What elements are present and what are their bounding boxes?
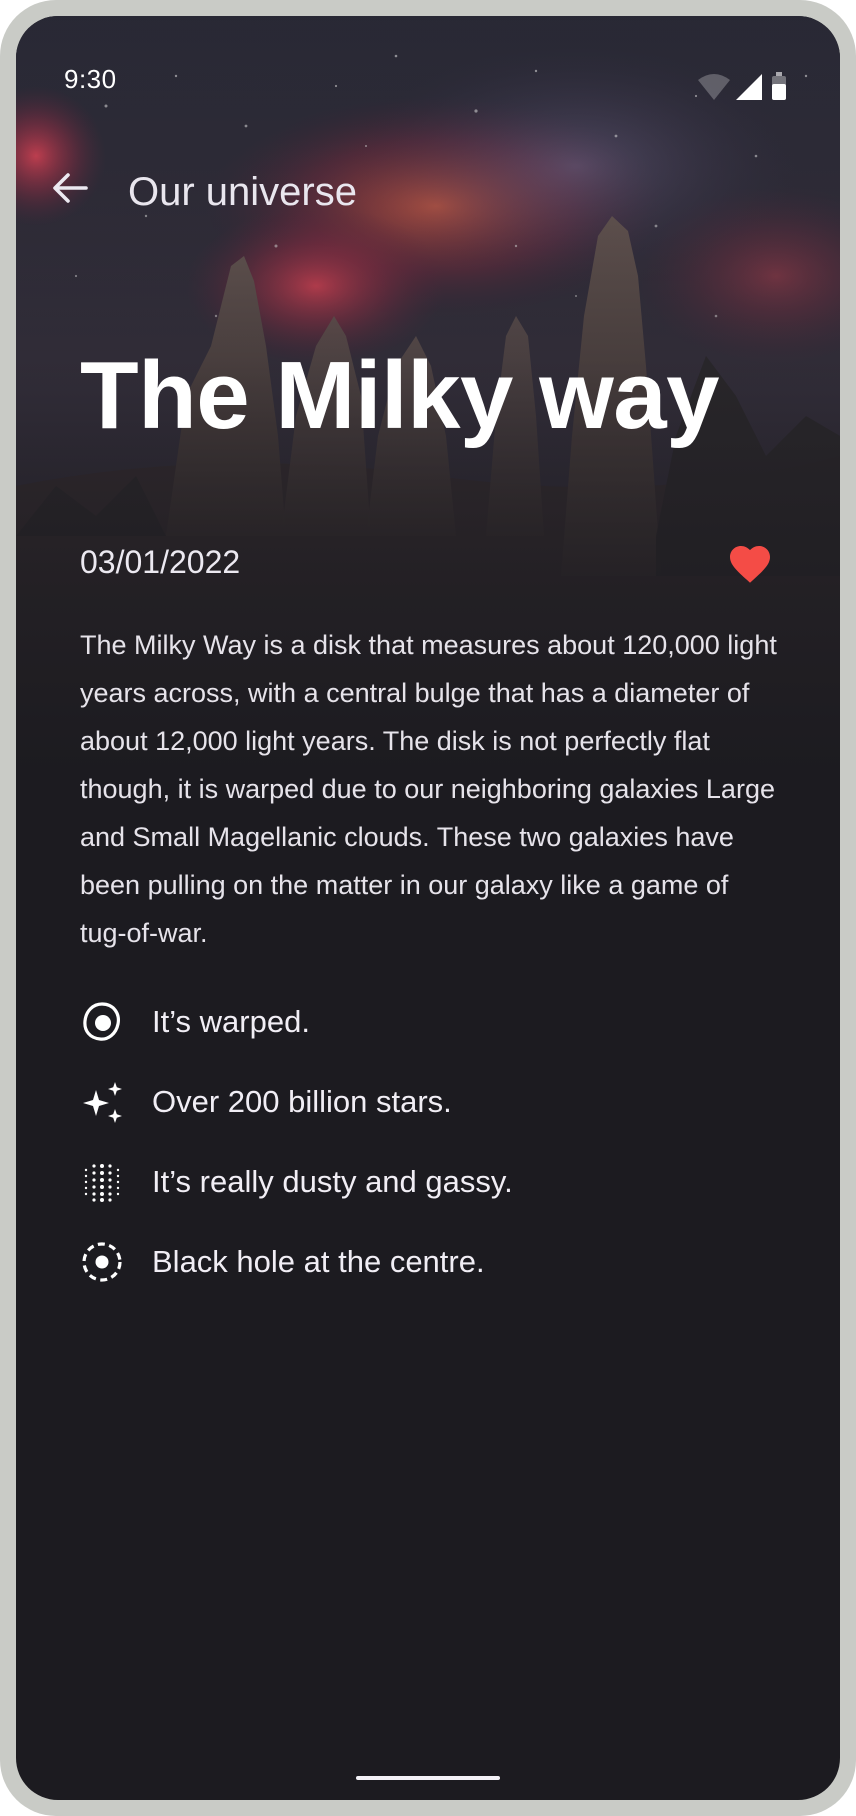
battery-icon bbox=[772, 72, 786, 100]
device-frame: 9:30 Our universe The Milky way 03/01/20… bbox=[0, 0, 856, 1816]
status-icons bbox=[698, 72, 786, 100]
fact-label: Over 200 billion stars. bbox=[152, 1084, 452, 1119]
back-button[interactable] bbox=[46, 164, 94, 212]
status-time: 9:30 bbox=[64, 64, 117, 94]
top-bar-title: Our universe bbox=[128, 170, 357, 214]
fact-label: It’s really dusty and gassy. bbox=[152, 1164, 513, 1199]
cellular-signal-icon bbox=[736, 74, 762, 100]
heart-icon bbox=[730, 546, 770, 583]
fact-label: It’s warped. bbox=[152, 1004, 310, 1039]
black-hole-icon bbox=[80, 1240, 124, 1284]
fact-item-black-hole: Black hole at the centre. bbox=[80, 1222, 513, 1302]
sparkles-icon bbox=[80, 1080, 124, 1124]
article-description: The Milky Way is a disk that measures ab… bbox=[80, 630, 777, 948]
article-title: The Milky way bbox=[80, 342, 720, 449]
wifi-icon bbox=[698, 74, 730, 100]
status-bar: 9:30 bbox=[16, 16, 840, 112]
top-app-bar: Our universe bbox=[16, 136, 840, 236]
fact-item-dust: It’s really dusty and gassy. bbox=[80, 1142, 513, 1222]
app-screen: 9:30 Our universe The Milky way 03/01/20… bbox=[16, 16, 840, 1800]
arrow-back-icon bbox=[53, 173, 88, 203]
egg-galaxy-icon bbox=[80, 1000, 124, 1044]
fact-label: Black hole at the centre. bbox=[152, 1244, 485, 1279]
favorite-button[interactable] bbox=[726, 540, 774, 588]
home-gesture-bar[interactable] bbox=[356, 1776, 500, 1780]
fact-item-stars: Over 200 billion stars. bbox=[80, 1062, 513, 1142]
dust-grid-icon bbox=[80, 1160, 124, 1204]
article-date: 03/01/2022 bbox=[80, 544, 241, 580]
fact-item-warped: It’s warped. bbox=[80, 982, 513, 1062]
facts-list: It’s warped. Over 200 billion stars. It’… bbox=[80, 982, 513, 1302]
